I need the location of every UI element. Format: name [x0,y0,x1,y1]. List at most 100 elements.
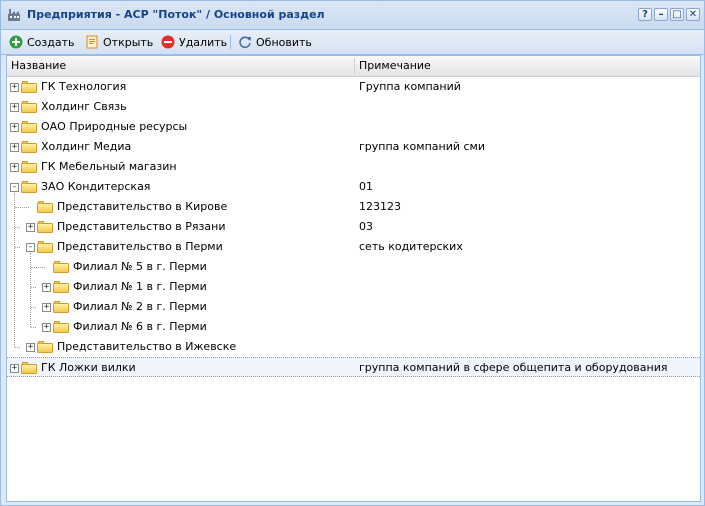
toolbar: Создать Открыть Удалить Обновить [1,30,704,55]
tree-node-name[interactable]: ГК Ложки вилки [41,358,136,378]
tree-node-name[interactable]: Филиал № 2 в г. Перми [73,297,207,317]
add-icon [9,35,23,49]
expand-icon[interactable]: + [26,343,35,352]
tree-guide [14,193,15,347]
tree-connector [31,287,36,288]
tree-node-name[interactable]: Филиал № 6 в г. Перми [73,317,207,337]
tree-connector [15,207,29,208]
collapse-icon[interactable]: - [26,243,35,252]
tree-node-name[interactable]: ГК Мебельный магазин [41,157,177,177]
folder-open-icon [21,181,37,193]
tree-node-note: 03 [359,220,373,233]
expand-icon[interactable]: + [10,163,19,172]
enterprise-tree-grid: Название Примечание + ГК Технология Группа… [6,55,701,502]
tree-node-name[interactable]: Представительство в Перми [57,237,223,257]
tree-row[interactable]: + Холдинг Связь [7,97,700,117]
folder-icon [21,362,37,374]
tree-node-note: 01 [359,180,373,193]
tree-connector [15,247,20,248]
delete-label: Удалить [179,35,228,49]
folder-icon [21,121,37,133]
expand-icon[interactable]: + [26,223,35,232]
folder-icon [53,321,69,333]
collapse-icon[interactable]: - [10,183,19,192]
tree-row[interactable]: + Филиал № 6 в г. Перми [7,317,700,337]
tree-node-name[interactable]: Филиал № 1 в г. Перми [73,277,207,297]
delete-icon [161,35,175,49]
window-tools: ? – □ ✕ [638,8,700,21]
tree-node-name[interactable]: ЗАО Кондитерская [41,177,150,197]
refresh-label: Обновить [256,35,312,49]
column-header-note[interactable]: Примечание [355,56,700,76]
folder-icon [37,221,53,233]
expand-icon[interactable]: + [10,103,19,112]
expand-icon[interactable]: + [10,143,19,152]
open-document-icon [85,35,99,49]
column-header-name[interactable]: Название [7,56,354,76]
tree-row[interactable]: + Филиал № 1 в г. Перми [7,277,700,297]
tree-row[interactable]: + Холдинг Медиа группа компаний сми [7,137,700,157]
folder-icon [37,201,53,213]
close-button[interactable]: ✕ [686,8,700,21]
tree-row[interactable]: Представительство в Кирове 123123 [7,197,700,217]
window-titlebar[interactable]: Предприятия - АСР "Поток" / Основной раз… [1,1,704,30]
maximize-button[interactable]: □ [670,8,684,21]
folder-icon [21,101,37,113]
tree-node-name[interactable]: Представительство в Кирове [57,197,227,217]
expand-icon[interactable]: + [10,364,19,373]
help-button[interactable]: ? [638,8,652,21]
tree-row[interactable]: - Представительство в Перми сеть кодитерск… [7,237,700,257]
delete-button[interactable]: Удалить [161,34,227,50]
tree-node-note: Группа компаний [359,80,461,93]
tree-connector [31,327,36,328]
grid-header: Название Примечание [7,56,700,77]
minimize-button[interactable]: – [654,8,668,21]
folder-icon [53,261,69,273]
window-title: Предприятия - АСР "Поток" / Основной раз… [27,8,325,21]
open-button[interactable]: Открыть [85,34,153,50]
folder-icon [21,141,37,153]
tree-node-note: группа компаний в сфере общепита и обору… [359,361,668,374]
create-label: Создать [27,35,75,49]
tree-guide [30,253,31,327]
refresh-icon [238,35,252,49]
tree-row[interactable]: + ГК Ложки вилки группа компаний в сфере о… [7,357,700,377]
expand-icon[interactable]: + [10,83,19,92]
expand-icon[interactable]: + [42,303,51,312]
tree-node-name[interactable]: ГК Технология [41,77,126,97]
tree-node-name[interactable]: Представительство в Рязани [57,217,225,237]
tree-node-note: 123123 [359,200,401,213]
tree-connector [15,227,20,228]
tree-node-name[interactable]: Филиал № 5 в г. Перми [73,257,207,277]
tree-row[interactable]: + ГК Технология Группа компаний [7,77,700,97]
folder-icon [53,281,69,293]
folder-icon [37,341,53,353]
create-button[interactable]: Создать [9,34,75,50]
tree-row[interactable]: + Представительство в Рязани 03 [7,217,700,237]
tree-row[interactable]: + ОАО Природные ресурсы [7,117,700,137]
tree-node-name[interactable]: ОАО Природные ресурсы [41,117,187,137]
tree-connector [15,347,20,348]
tree-row[interactable]: + Представительство в Ижевске [7,337,700,357]
tree-node-note: группа компаний сми [359,140,485,153]
tree-row[interactable]: - ЗАО Кондитерская 01 [7,177,700,197]
refresh-button[interactable]: Обновить [238,34,312,50]
tree-row[interactable]: + ГК Мебельный магазин [7,157,700,177]
enterprises-window: Предприятия - АСР "Поток" / Основной раз… [0,0,705,506]
tree-node-name[interactable]: Холдинг Связь [41,97,127,117]
factory-icon [7,8,21,22]
tree-row[interactable]: Филиал № 5 в г. Перми [7,257,700,277]
expand-icon[interactable]: + [42,323,51,332]
tree-node-name[interactable]: Холдинг Медиа [41,137,131,157]
expand-icon[interactable]: + [42,283,51,292]
toolbar-separator [230,35,231,49]
folder-icon [21,81,37,93]
tree-node-name[interactable]: Представительство в Ижевске [57,337,236,357]
tree-row[interactable]: + Филиал № 2 в г. Перми [7,297,700,317]
expand-icon[interactable]: + [10,123,19,132]
folder-open-icon [37,241,53,253]
folder-icon [53,301,69,313]
tree-connector [31,307,36,308]
open-label: Открыть [103,35,154,49]
folder-icon [21,161,37,173]
